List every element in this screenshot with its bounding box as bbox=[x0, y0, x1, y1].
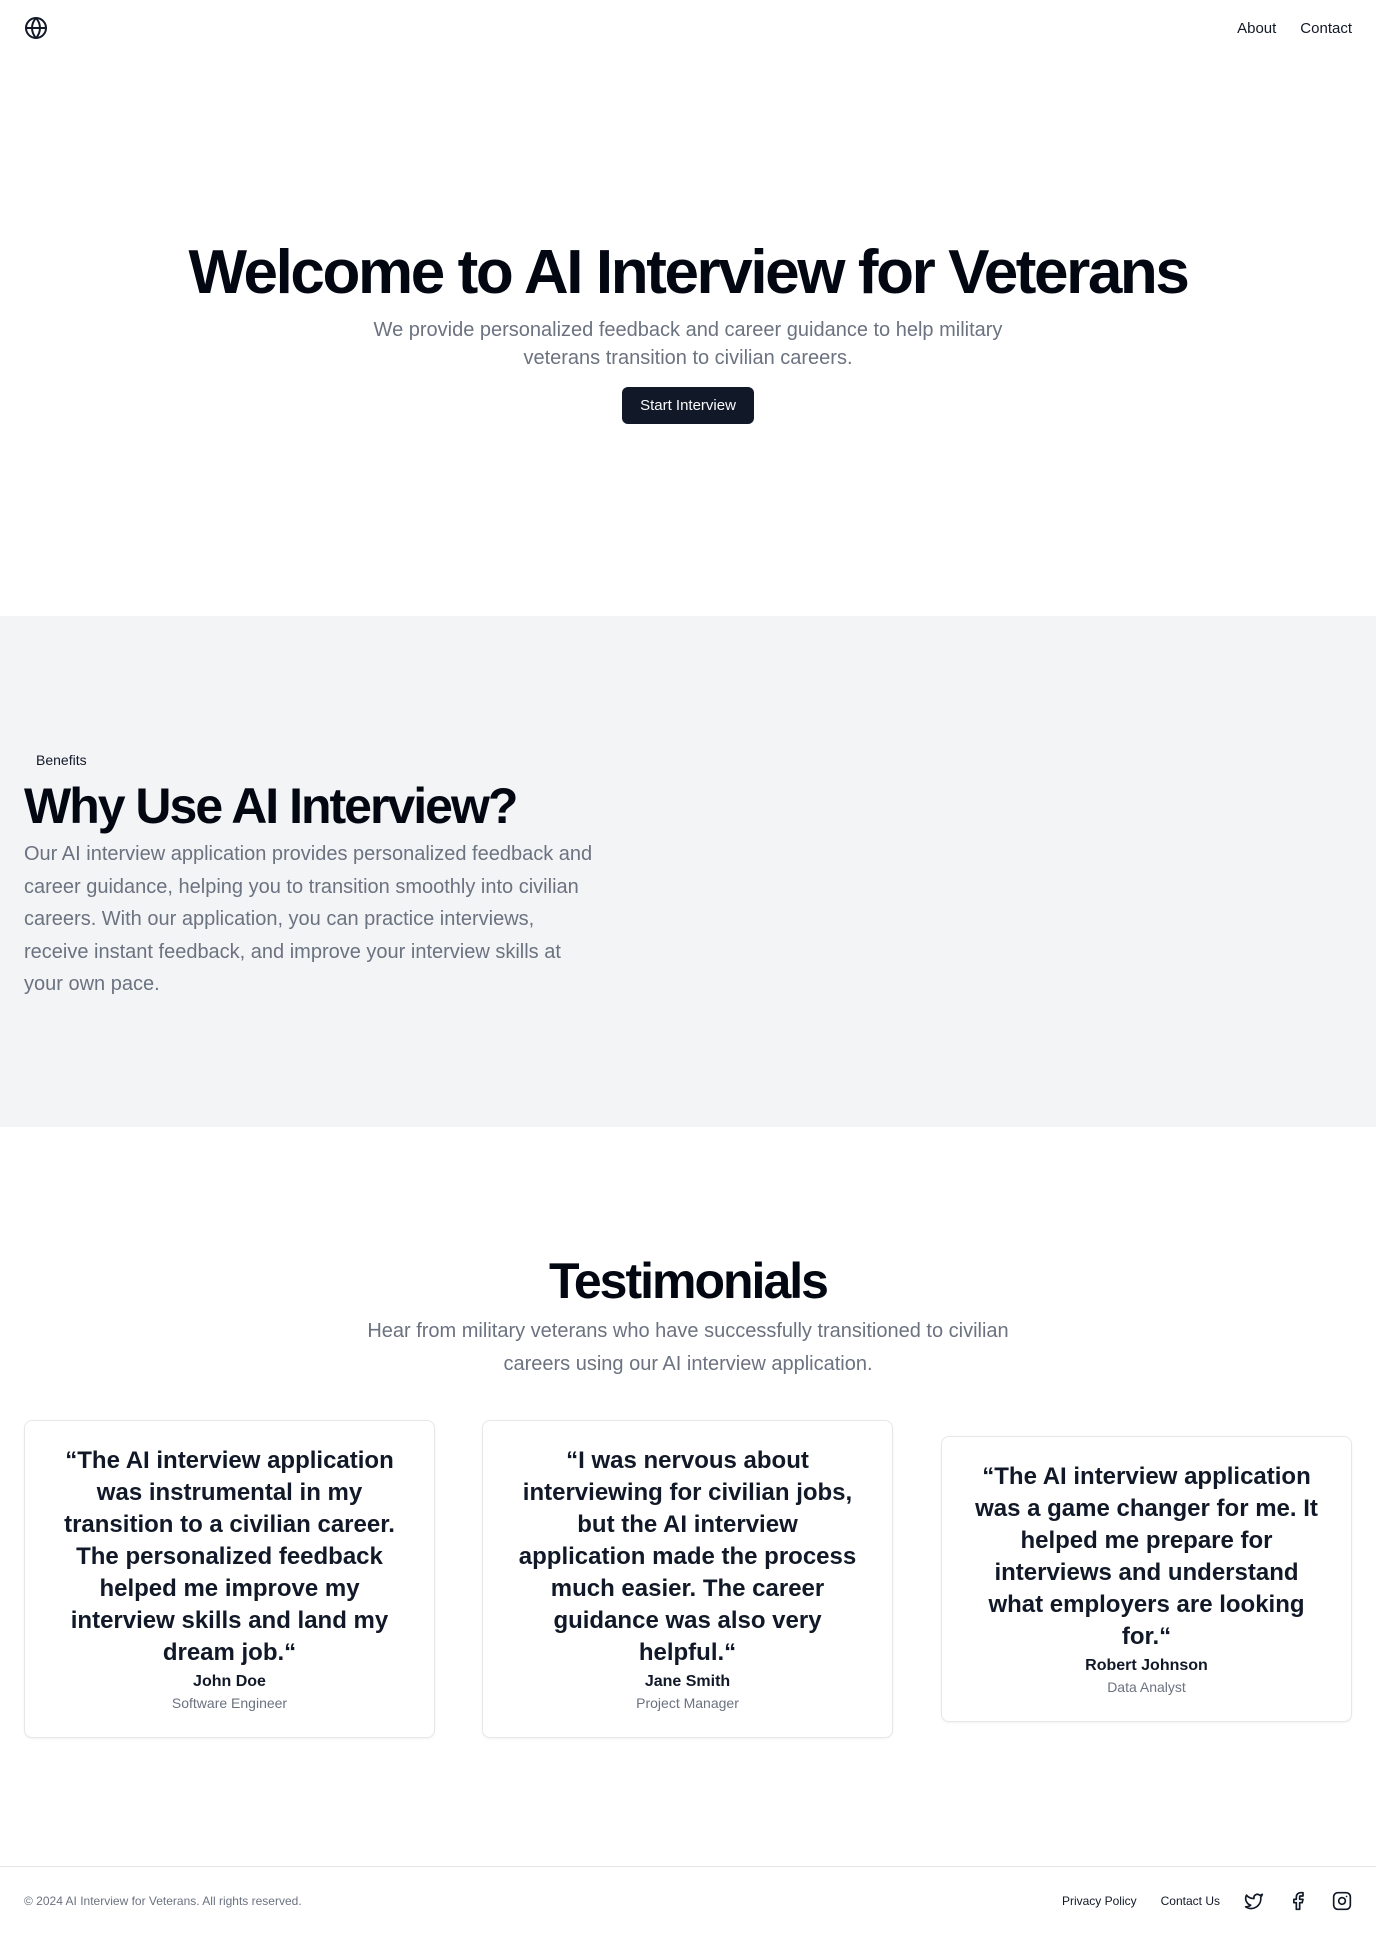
globe-icon[interactable] bbox=[24, 16, 48, 40]
testimonial-quote: “The AI interview application was instru… bbox=[64, 1447, 395, 1666]
testimonial-name: Robert Johnson bbox=[1085, 1657, 1208, 1674]
twitter-icon[interactable] bbox=[1244, 1891, 1264, 1911]
benefits-body: Our AI interview application provides pe… bbox=[24, 843, 593, 995]
benefits-section: Benefits Why Use AI Interview? Our AI in… bbox=[0, 616, 1376, 1127]
testimonial-name: John Doe bbox=[193, 1673, 266, 1690]
testimonial-card: “The AI interview application was a game… bbox=[941, 1436, 1352, 1722]
facebook-icon[interactable] bbox=[1288, 1891, 1308, 1911]
hero-section: Welcome to AI Interview for Veterans We … bbox=[0, 56, 1376, 616]
footer-right: Privacy Policy Contact Us bbox=[1062, 1891, 1352, 1911]
testimonial-role: Data Analyst bbox=[1107, 1679, 1186, 1695]
top-nav: About Contact bbox=[1237, 20, 1352, 37]
instagram-icon[interactable] bbox=[1332, 1891, 1352, 1911]
benefits-badge: Benefits bbox=[24, 747, 99, 773]
nav-contact-link[interactable]: Contact bbox=[1300, 20, 1352, 37]
contact-us-link[interactable]: Contact Us bbox=[1161, 1894, 1220, 1908]
testimonial-quote: “The AI interview application was a game… bbox=[975, 1463, 1318, 1650]
benefits-title: Why Use AI Interview? bbox=[24, 778, 518, 834]
testimonial-name: Jane Smith bbox=[644, 1673, 731, 1690]
site-header: About Contact bbox=[0, 0, 1376, 56]
testimonials-subtitle: Hear from military veterans who have suc… bbox=[367, 1320, 1009, 1375]
social-links bbox=[1244, 1891, 1352, 1911]
privacy-policy-link[interactable]: Privacy Policy bbox=[1062, 1894, 1137, 1908]
footer-copyright: © 2024 AI Interview for Veterans. All ri… bbox=[24, 1894, 302, 1908]
testimonial-role: Project Manager bbox=[636, 1695, 739, 1711]
testimonial-card: “I was nervous about interviewing for ci… bbox=[482, 1420, 893, 1738]
hero-title: Welcome to AI Interview for Veterans bbox=[188, 238, 1190, 307]
site-footer: © 2024 AI Interview for Veterans. All ri… bbox=[0, 1866, 1376, 1935]
hero-subtitle: We provide personalized feedback and car… bbox=[373, 319, 1003, 369]
testimonials-section: Testimonials Hear from military veterans… bbox=[0, 1127, 1376, 1867]
testimonial-card: “The AI interview application was instru… bbox=[24, 1420, 435, 1738]
testimonial-role: Software Engineer bbox=[171, 1695, 288, 1711]
testimonials-title: Testimonials bbox=[549, 1253, 829, 1309]
start-interview-button[interactable]: Start Interview bbox=[622, 387, 754, 424]
nav-about-link[interactable]: About bbox=[1237, 20, 1276, 37]
testimonial-quote: “I was nervous about interviewing for ci… bbox=[518, 1447, 857, 1666]
